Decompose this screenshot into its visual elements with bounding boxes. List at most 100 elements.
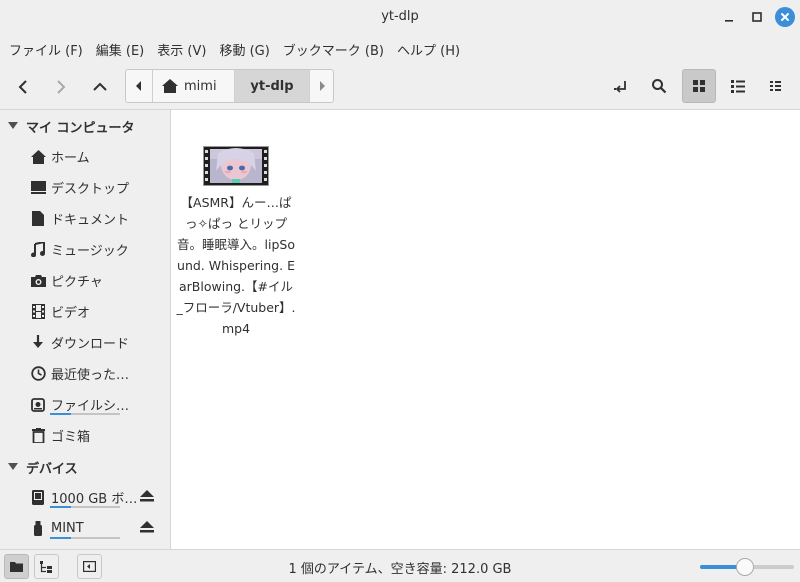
sidebar-item-label: ピクチャ (51, 275, 103, 290)
sidebar-item-label: ミュージック (51, 244, 129, 259)
compact-view-button[interactable] (759, 69, 793, 103)
forward-button[interactable] (44, 71, 78, 103)
path-scroll-right-button[interactable] (309, 70, 333, 102)
path-home-button[interactable]: mimi (153, 70, 235, 102)
eject-icon (140, 490, 154, 502)
arrow-up-icon (93, 82, 107, 91)
sidebar-item-trash[interactable]: ゴミ箱 (0, 420, 170, 451)
sidebar-item-desktop[interactable]: デスクトップ (0, 172, 170, 203)
menu-bookmarks[interactable]: ブックマーク (B) (278, 40, 389, 59)
menu-help[interactable]: ヘルプ (H) (392, 40, 465, 59)
sidebar-item-label: ファイルシ… (51, 399, 130, 414)
sidebar-item-downloads[interactable]: ダウンロード (0, 327, 170, 358)
download-icon (33, 335, 43, 348)
eject-icon (140, 521, 154, 533)
close-button[interactable] (775, 7, 795, 27)
eject-button[interactable] (140, 521, 154, 537)
drive-icon (31, 397, 45, 412)
sidebar-item-label: ホーム (51, 151, 90, 166)
section-devices[interactable]: デバイス (0, 452, 170, 482)
search-icon (652, 79, 667, 94)
arrow-left-icon (18, 80, 27, 94)
section-my-computer[interactable]: マイ コンピュータ (0, 111, 170, 141)
sidebar-item-label: MINT (51, 521, 84, 536)
video-thumbnail (203, 146, 269, 186)
minimize-icon (725, 20, 733, 22)
arrow-right-icon (57, 80, 66, 94)
sidebar: マイ コンピュータ ホーム デスクトップ ドキュメント ミュージック ピクチャ … (0, 110, 171, 549)
expander-down-icon (8, 463, 18, 470)
sidebar-item-label: デスクトップ (51, 182, 130, 197)
film-icon (31, 304, 45, 319)
back-button[interactable] (6, 71, 40, 103)
maximize-button[interactable] (747, 7, 767, 27)
expander-down-icon (8, 122, 18, 129)
icon-view-button[interactable] (682, 69, 716, 103)
sidebar-item-videos[interactable]: ビデオ (0, 296, 170, 327)
home-icon (162, 79, 178, 93)
grid-view-icon (693, 80, 705, 92)
section-my-computer-label: マイ コンピュータ (26, 120, 135, 136)
path-home-label: mimi (184, 78, 217, 94)
path-scroll-left-button[interactable] (126, 70, 153, 102)
document-icon (32, 211, 44, 226)
triangle-left-icon (136, 81, 141, 91)
menu-bar: ファイル (F) 編集 (E) 表示 (V) 移動 (G) ブックマーク (B)… (0, 34, 800, 64)
search-button[interactable] (642, 69, 676, 103)
menu-go[interactable]: 移動 (G) (214, 40, 274, 59)
sidebar-item-music[interactable]: ミュージック (0, 234, 170, 265)
minimize-button[interactable] (719, 7, 739, 27)
status-bar: 1 個のアイテム、空き容量: 212.0 GB (0, 549, 800, 582)
device-usage-bar (50, 506, 120, 508)
sidebar-item-label: ダウンロード (51, 337, 130, 352)
toggle-location-button[interactable] (604, 69, 638, 103)
sidebar-item-home[interactable]: ホーム (0, 141, 170, 172)
trash-icon (31, 428, 45, 443)
home-icon (30, 149, 46, 164)
file-item[interactable]: 【ASMR】んー…ぱっ✧ぱっ とリップ音。睡眠導入。lipSound. Whis… (176, 146, 296, 339)
usb-icon (34, 521, 42, 536)
path-current-button[interactable]: yt-dlp (235, 70, 309, 102)
path-bar: mimi yt-dlp (125, 69, 334, 103)
harddisk-icon (32, 490, 44, 505)
camera-icon (30, 275, 46, 287)
sidebar-item-label: ビデオ (51, 306, 91, 321)
toolbar: mimi yt-dlp (0, 64, 800, 110)
desktop-icon (30, 181, 46, 194)
filesystem-usage-bar (50, 413, 120, 415)
window-title: yt-dlp (381, 9, 419, 24)
filesystem-usage-fill (50, 413, 71, 415)
sidebar-item-label: ゴミ箱 (51, 430, 91, 445)
sidebar-item-filesystem[interactable]: ファイルシ… (0, 389, 170, 420)
status-text: 1 個のアイテム、空き容量: 212.0 GB (288, 562, 512, 577)
title-bar: yt-dlp (0, 0, 800, 34)
zoom-slider[interactable] (700, 558, 794, 576)
clock-icon (30, 366, 46, 381)
triangle-right-icon (319, 81, 325, 91)
sidebar-item-label: ドキュメント (51, 213, 130, 228)
up-button[interactable] (83, 71, 117, 103)
sidebar-item-recent[interactable]: 最近使った… (0, 358, 170, 389)
device-usage-fill (50, 506, 71, 508)
video-thumbnail-icon (204, 147, 268, 185)
sidebar-item-documents[interactable]: ドキュメント (0, 203, 170, 234)
zoom-slider-handle[interactable] (736, 558, 755, 576)
eject-button[interactable] (140, 490, 154, 506)
section-devices-label: デバイス (26, 461, 78, 477)
file-name: 【ASMR】んー…ぱっ✧ぱっ とリップ音。睡眠導入。lipSound. Whis… (176, 195, 296, 336)
close-icon (781, 13, 789, 21)
file-view[interactable]: 【ASMR】んー…ぱっ✧ぱっ とリップ音。睡眠導入。lipSound. Whis… (172, 110, 800, 549)
device-usage-bar (50, 537, 120, 539)
sidebar-item-label: 最近使った… (51, 368, 130, 383)
menu-edit[interactable]: 編集 (E) (91, 40, 150, 59)
menu-file[interactable]: ファイル (F) (4, 40, 88, 59)
list-view-icon (731, 80, 745, 93)
device-usage-fill (50, 537, 71, 539)
sidebar-item-label: 1000 GB ボ… (51, 492, 138, 507)
location-entry-icon (614, 81, 626, 93)
music-icon (31, 242, 45, 257)
list-view-button[interactable] (721, 69, 755, 103)
sidebar-item-pictures[interactable]: ピクチャ (0, 265, 170, 296)
maximize-icon (752, 12, 762, 22)
menu-view[interactable]: 表示 (V) (152, 40, 211, 59)
